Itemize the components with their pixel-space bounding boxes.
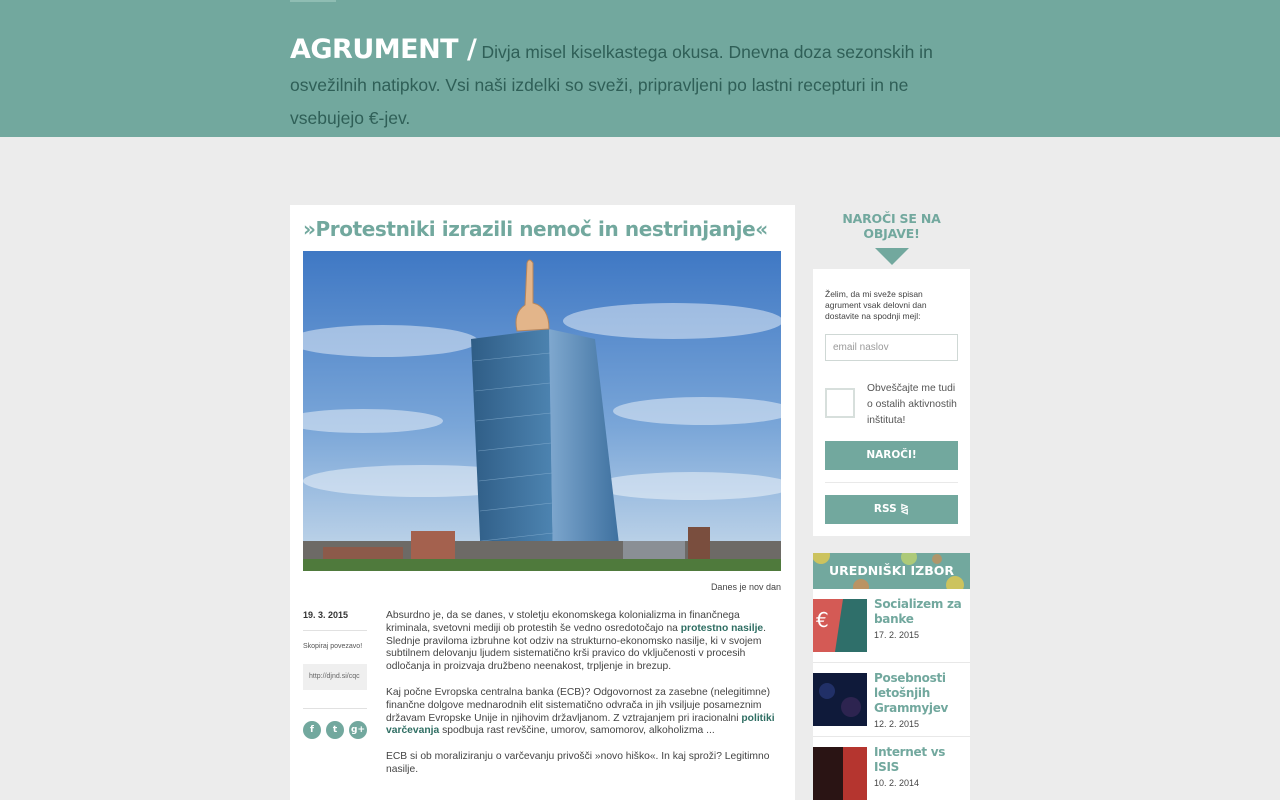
article-title[interactable]: »Protestniki izrazili nemoč in nestrinja… <box>303 217 783 241</box>
email-field[interactable]: email naslov <box>825 334 958 361</box>
article-thumbnail <box>813 747 867 800</box>
image-caption: Danes je nov dan <box>710 582 781 592</box>
article-card: »Protestniki izrazili nemoč in nestrinja… <box>290 205 795 800</box>
google-plus-icon[interactable]: g+ <box>349 721 367 739</box>
site-logo[interactable]: AGRUMENT / <box>290 34 477 65</box>
pick-date: 17. 2. 2015 <box>874 630 920 640</box>
facebook-icon[interactable]: f <box>303 721 321 739</box>
article-thumbnail <box>813 673 867 726</box>
editors-picks: UREDNIŠKI IZBOR € Socializem za banke 17… <box>813 553 970 800</box>
pick-date: 12. 2. 2015 <box>874 719 920 729</box>
list-item[interactable]: Posebnosti letošnjih Grammyjev 12. 2. 20… <box>813 663 970 737</box>
newsletter-checkbox[interactable] <box>825 388 855 418</box>
divider <box>825 482 958 483</box>
article-paragraph: Kaj počne Evropska centralna banka (ECB)… <box>386 686 775 737</box>
newsletter-checkbox-label[interactable]: Obveščajte me tudi o ostalih aktivnostih… <box>867 381 958 429</box>
list-item[interactable]: € Socializem za banke 17. 2. 2015 <box>813 589 970 663</box>
rss-icon: ⧎ <box>900 503 910 515</box>
protest-violence-link[interactable]: protestno nasilje <box>681 623 763 634</box>
article-paragraph: ECB si ob moraliziranju o varčevanju pri… <box>386 751 770 775</box>
subscribe-intro: Želim, da mi sveže spisan agrument vsak … <box>825 289 927 321</box>
editors-picks-heading: UREDNIŠKI IZBOR <box>829 563 954 578</box>
ecb-tower-illustration <box>303 251 781 571</box>
svg-text:€: € <box>816 608 829 632</box>
article-body: Absurdno je, da se danes, v stoletju eko… <box>386 610 782 790</box>
newsletter-option: Obveščajte me tudi o ostalih aktivnostih… <box>825 381 958 429</box>
arrow-down-icon <box>874 248 909 265</box>
article-thumbnail: € <box>813 599 867 652</box>
subscribe-heading: NAROČI SE NA OBJAVE! <box>842 211 941 241</box>
divider <box>303 630 367 631</box>
twitter-icon[interactable]: t <box>326 721 344 739</box>
rss-button[interactable]: RSS ⧎ <box>825 495 958 524</box>
editors-picks-header: UREDNIŠKI IZBOR <box>813 553 970 589</box>
pick-date: 10. 2. 2014 <box>874 778 920 788</box>
article-date: 19. 3. 2015 <box>303 610 349 620</box>
pick-title[interactable]: Internet vs ISIS <box>874 745 970 775</box>
copy-link-label: Skopiraj povezavo! <box>303 643 363 650</box>
divider <box>303 708 367 709</box>
subscribe-form: Želim, da mi sveže spisan agrument vsak … <box>813 269 970 536</box>
pick-title[interactable]: Socializem za banke <box>874 597 970 627</box>
subscribe-button[interactable]: NAROČI! <box>825 441 958 470</box>
article-paragraph: Absurdno je, da se danes, v stoletju eko… <box>386 610 767 673</box>
pick-title[interactable]: Posebnosti letošnjih Grammyjev <box>874 671 970 716</box>
short-link-field[interactable]: http://djnd.si/cqc <box>303 664 367 690</box>
sidebar: NAROČI SE NA OBJAVE! Želim, da mi sveže … <box>813 205 970 800</box>
site-headline: AGRUMENT / Divja misel kiselkastega okus… <box>290 34 970 135</box>
article-meta: 19. 3. 2015 Skopiraj povezavo! http://dj… <box>303 610 367 739</box>
list-item[interactable]: Internet vs ISIS 10. 2. 2014 <box>813 737 970 800</box>
header-accent-line <box>290 0 336 2</box>
share-buttons: f t g+ <box>303 721 367 739</box>
rss-label: RSS <box>873 503 897 515</box>
site-header: AGRUMENT / Divja misel kiselkastega okus… <box>0 0 1280 137</box>
article-hero-image <box>303 251 781 571</box>
